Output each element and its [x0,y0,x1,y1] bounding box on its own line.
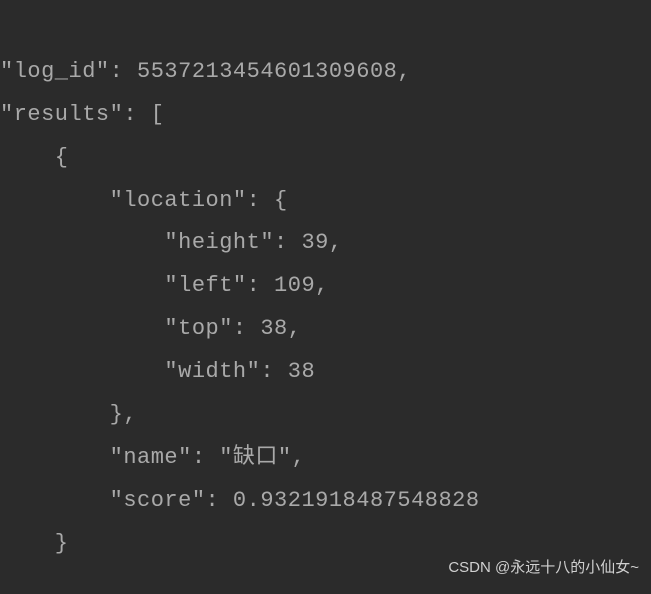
code-line: "left": 109, [0,273,329,298]
code-line: "results": [ [0,102,164,127]
code-line: } [0,531,69,556]
code-line: "height": 39, [0,230,343,255]
code-line: "width": 38 [0,359,315,384]
json-code-block: "log_id": 5537213454601309608, "results"… [0,8,651,566]
code-line: "score": 0.9321918487548828 [0,488,480,513]
code-line: "top": 38, [0,316,301,341]
watermark-text: CSDN @永远十八的小仙女~ [448,553,639,582]
code-line: { [0,145,69,170]
code-line: }, [0,402,137,427]
code-line: "name": "缺口", [0,445,305,470]
code-line: "log_id": 5537213454601309608, [0,59,411,84]
code-line: "location": { [0,188,288,213]
